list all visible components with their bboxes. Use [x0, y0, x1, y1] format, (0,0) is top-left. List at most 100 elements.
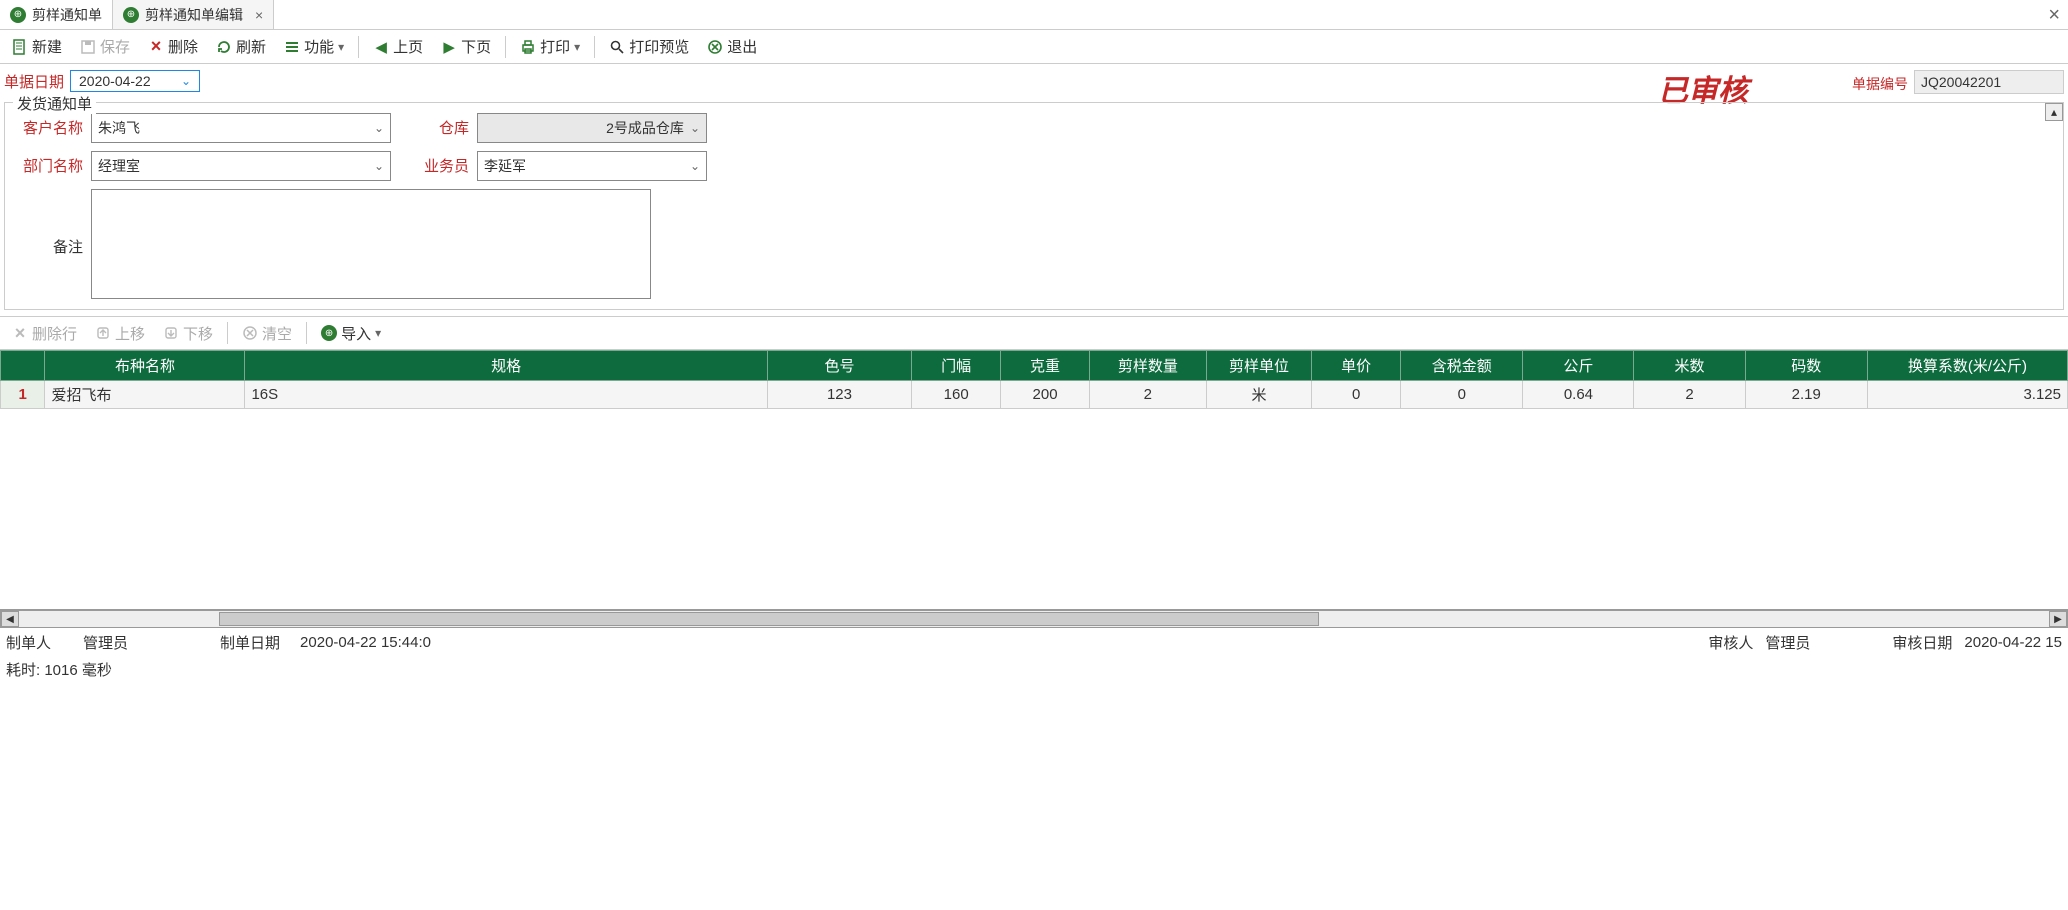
search-icon [609, 39, 625, 55]
horizontal-scrollbar[interactable]: ◀ ▶ [0, 610, 2068, 628]
cell-weight[interactable]: 200 [1001, 381, 1090, 409]
col-weight[interactable]: 克重 [1001, 351, 1090, 381]
auditor-value: 管理员 [1765, 632, 1810, 653]
collapse-button[interactable]: ▴ [2045, 103, 2063, 121]
date-label: 单据日期 [4, 71, 64, 92]
refresh-button[interactable]: 刷新 [208, 34, 274, 59]
cell-kg[interactable]: 0.64 [1523, 381, 1634, 409]
preview-label: 打印预览 [629, 36, 689, 57]
doc-no-label: 单据编号 [1852, 74, 1908, 94]
print-button[interactable]: 打印 ▾ [512, 34, 588, 59]
delete-row-button: × 删除行 [4, 321, 85, 346]
refresh-icon [216, 39, 232, 55]
cell-meters[interactable]: 2 [1634, 381, 1745, 409]
doc-no-field: JQ20042201 [1914, 70, 2064, 94]
remark-textarea[interactable] [91, 189, 651, 299]
tab-edit[interactable]: ⊕ 剪样通知单编辑 × [113, 0, 274, 29]
arrow-down-icon [163, 325, 179, 341]
tab-list[interactable]: ⊕ 剪样通知单 [0, 0, 113, 29]
cell-price[interactable]: 0 [1312, 381, 1401, 409]
save-label: 保存 [100, 36, 130, 57]
create-date-value: 2020-04-22 15:44:0 [300, 634, 431, 651]
chevron-down-icon: ⌄ [374, 159, 384, 173]
chevron-down-icon: ▾ [338, 40, 344, 54]
col-unit[interactable]: 剪样单位 [1206, 351, 1312, 381]
save-icon [80, 39, 96, 55]
cell-width[interactable]: 160 [912, 381, 1001, 409]
scroll-track[interactable] [19, 611, 2049, 627]
footer-bar: 制单人 管理员 制单日期 2020-04-22 15:44:0 审核人 管理员 … [0, 628, 2068, 657]
cell-unit[interactable]: 米 [1206, 381, 1312, 409]
cell-yards[interactable]: 2.19 [1745, 381, 1867, 409]
cell-spec[interactable]: 16S [245, 381, 767, 409]
move-up-button: 上移 [87, 321, 153, 346]
col-qty[interactable]: 剪样数量 [1090, 351, 1207, 381]
col-yards[interactable]: 码数 [1745, 351, 1867, 381]
clear-label: 清空 [262, 323, 292, 344]
customer-select[interactable]: 朱鸿飞 ⌄ [91, 113, 391, 143]
auditor-label: 审核人 [1708, 632, 1753, 653]
separator [505, 36, 506, 58]
chevron-down-icon: ⌄ [690, 159, 700, 173]
chevron-down-icon: ⌄ [690, 121, 700, 135]
exit-icon [707, 39, 723, 55]
table-row[interactable]: 1 爱招飞布 16S 123 160 200 2 米 0 0 0.64 2 2.… [1, 381, 2068, 409]
cell-colorno[interactable]: 123 [767, 381, 911, 409]
functions-button[interactable]: 功能 ▾ [276, 34, 352, 59]
warehouse-label: 仓库 [399, 113, 469, 138]
table-header: 布种名称 规格 色号 门幅 克重 剪样数量 剪样单位 单价 含税金额 公斤 米数… [1, 351, 2068, 381]
status-bar: 耗时: 1016 毫秒 [0, 657, 2068, 682]
col-ratio[interactable]: 换算系数(米/公斤) [1867, 351, 2067, 381]
scroll-thumb[interactable] [219, 612, 1319, 626]
globe-icon: ⊕ [321, 325, 337, 341]
scroll-right-icon[interactable]: ▶ [2049, 611, 2067, 627]
cell-amount[interactable]: 0 [1401, 381, 1523, 409]
cell-qty[interactable]: 2 [1090, 381, 1207, 409]
refresh-label: 刷新 [236, 36, 266, 57]
create-date-label: 制单日期 [220, 632, 280, 653]
preview-button[interactable]: 打印预览 [601, 34, 697, 59]
functions-label: 功能 [304, 36, 334, 57]
prev-label: 上页 [393, 36, 423, 57]
new-button[interactable]: 新建 [4, 34, 70, 59]
col-spec[interactable]: 规格 [245, 351, 767, 381]
tab-close-icon[interactable]: × [255, 7, 263, 23]
col-meters[interactable]: 米数 [1634, 351, 1745, 381]
delete-button[interactable]: × 删除 [140, 34, 206, 59]
col-price[interactable]: 单价 [1312, 351, 1401, 381]
print-icon [520, 39, 536, 55]
cell-cloth[interactable]: 爱招飞布 [45, 381, 245, 409]
col-amount[interactable]: 含税金额 [1401, 351, 1523, 381]
chevron-down-icon: ⌄ [374, 121, 384, 135]
date-input[interactable]: 2020-04-22 ⌄ [70, 70, 200, 92]
delivery-fieldset: 发货通知单 ▴ 客户名称 朱鸿飞 ⌄ 仓库 2号成品仓库 ⌄ 部门名称 经理室 … [4, 102, 2064, 310]
tab-label: 剪样通知单 [32, 5, 102, 25]
prev-button[interactable]: ◀ 上页 [365, 34, 431, 59]
import-button[interactable]: ⊕ 导入 ▾ [313, 321, 389, 346]
next-button[interactable]: ▶ 下页 [433, 34, 499, 59]
col-kg[interactable]: 公斤 [1523, 351, 1634, 381]
exit-button[interactable]: 退出 [699, 34, 765, 59]
new-label: 新建 [32, 36, 62, 57]
window-close-icon[interactable]: × [2048, 4, 2060, 27]
salesperson-value: 李延军 [484, 156, 526, 176]
triangle-right-icon: ▶ [441, 39, 457, 55]
next-label: 下页 [461, 36, 491, 57]
col-rownum[interactable] [1, 351, 45, 381]
globe-icon: ⊕ [10, 7, 26, 23]
dept-select[interactable]: 经理室 ⌄ [91, 151, 391, 181]
audit-date-value: 2020-04-22 15 [1964, 634, 2062, 651]
cell-ratio[interactable]: 3.125 [1867, 381, 2067, 409]
warehouse-select[interactable]: 2号成品仓库 ⌄ [477, 113, 707, 143]
new-icon [12, 39, 28, 55]
main-toolbar: 新建 保存 × 删除 刷新 功能 ▾ ◀ 上页 ▶ 下页 打印 ▾ 打印预览 退… [0, 30, 2068, 64]
col-cloth[interactable]: 布种名称 [45, 351, 245, 381]
col-colorno[interactable]: 色号 [767, 351, 911, 381]
doc-no-value: JQ20042201 [1921, 74, 2001, 90]
col-width[interactable]: 门幅 [912, 351, 1001, 381]
audit-date-label: 审核日期 [1892, 632, 1952, 653]
grid-toolbar: × 删除行 上移 下移 清空 ⊕ 导入 ▾ [0, 316, 2068, 350]
scroll-left-icon[interactable]: ◀ [1, 611, 19, 627]
salesperson-select[interactable]: 李延军 ⌄ [477, 151, 707, 181]
arrow-up-icon [95, 325, 111, 341]
